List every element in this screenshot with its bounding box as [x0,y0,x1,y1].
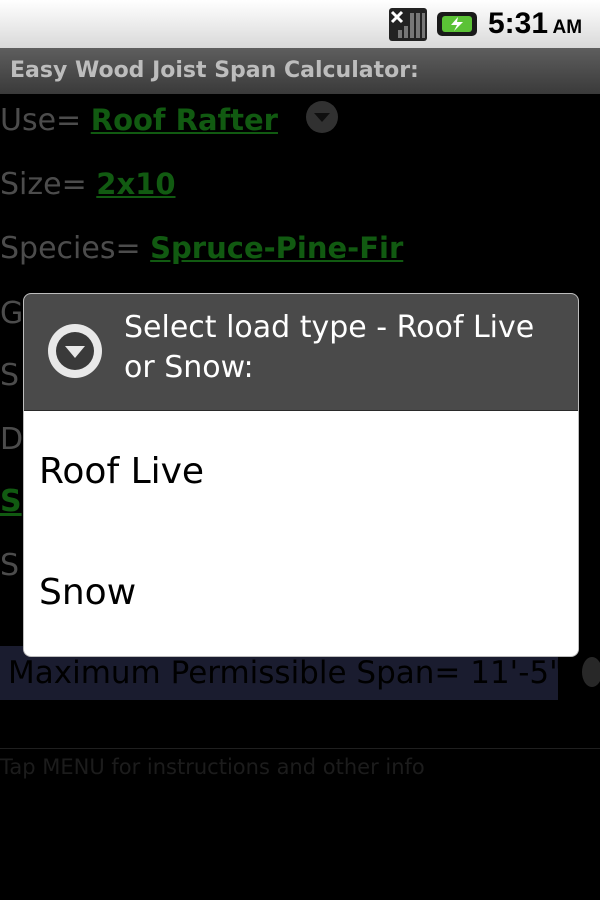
clock-time: 5:31 [488,7,549,40]
load-type-dialog: Select load type - Roof Live or Snow: Ro… [24,294,578,656]
dropdown-circle-icon [48,324,102,378]
app-title: Easy Wood Joist Span Calculator: [10,58,419,83]
option-roof-live[interactable]: Roof Live [24,411,578,533]
option-snow[interactable]: Snow [24,532,578,653]
battery-charging-icon [437,12,477,36]
clock: 5:31 AM [488,6,582,42]
signal-icon [389,8,427,41]
app-title-bar: Easy Wood Joist Span Calculator: [0,48,600,94]
dialog-header: Select load type - Roof Live or Snow: [24,294,578,411]
option-snow-label: Snow [39,572,137,613]
option-roof-live-label: Roof Live [39,451,205,492]
status-bar: 5:31 AM [0,0,600,49]
clock-ampm: AM [552,17,583,38]
dialog-title: Select load type - Roof Live or Snow: [124,310,535,385]
